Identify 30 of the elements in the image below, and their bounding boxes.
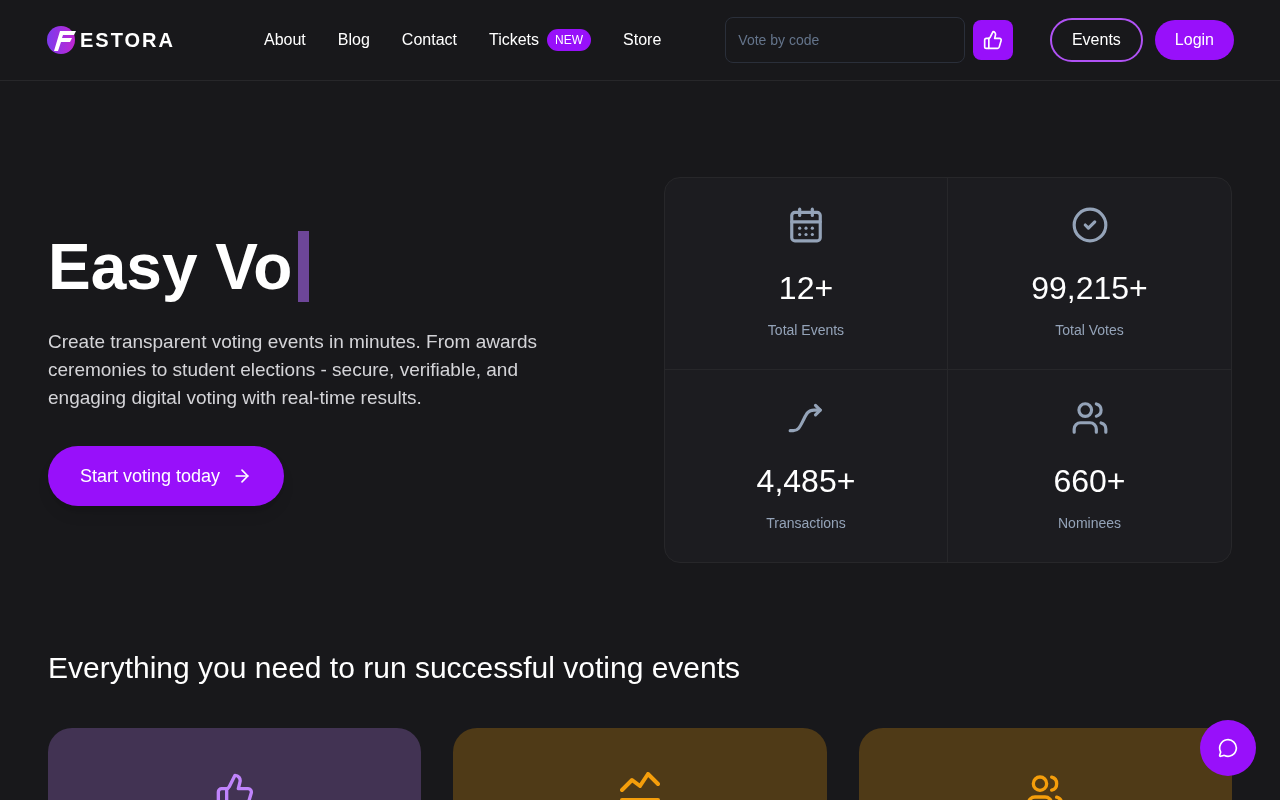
stat-value: 99,215+ xyxy=(1031,269,1148,308)
nav-link[interactable]: Blog xyxy=(337,28,370,52)
typing-cursor xyxy=(298,231,310,302)
calendar-icon xyxy=(787,206,825,244)
thumbs-up-icon xyxy=(983,30,1004,50)
check-circle-icon xyxy=(1070,206,1109,244)
nav-link[interactable]: About xyxy=(264,28,306,52)
chat-icon xyxy=(1218,738,1238,758)
login-button[interactable]: Login xyxy=(1154,20,1234,60)
stat-value: 12+ xyxy=(778,269,834,308)
chart-icon xyxy=(620,772,660,800)
events-button[interactable]: Events xyxy=(1049,18,1143,62)
nav-link[interactable]: Tickets NEW xyxy=(489,28,592,52)
stat-value: 660+ xyxy=(1053,461,1126,501)
nav-link[interactable]: Store xyxy=(623,28,662,52)
vote-code-field[interactable]: Vote by code xyxy=(725,17,966,63)
start-voting-button[interactable]: Start voting today xyxy=(48,446,285,506)
stat-label: Total Votes xyxy=(1055,321,1124,340)
section-title: Everything you need to run successful voting events xyxy=(47,650,742,686)
stat-value: 4,485+ xyxy=(756,461,856,501)
stat-label: Nominees xyxy=(1058,513,1121,533)
hero-description: Create transparent voting events in minutes. From awards ceremonies to student elections - secure, verifiable, and engaging digital voting with real-time results. xyxy=(48,330,538,410)
chat-button[interactable] xyxy=(1200,720,1256,776)
vote-button[interactable] xyxy=(973,20,1014,60)
nav-link[interactable]: Contact xyxy=(401,28,457,52)
new-badge: NEW xyxy=(547,29,592,51)
logo[interactable]: ESTORA xyxy=(46,25,216,55)
stat-label: Total Events xyxy=(767,321,845,340)
stat-label: Transactions xyxy=(766,513,846,533)
thumbs-up-icon xyxy=(214,772,255,800)
